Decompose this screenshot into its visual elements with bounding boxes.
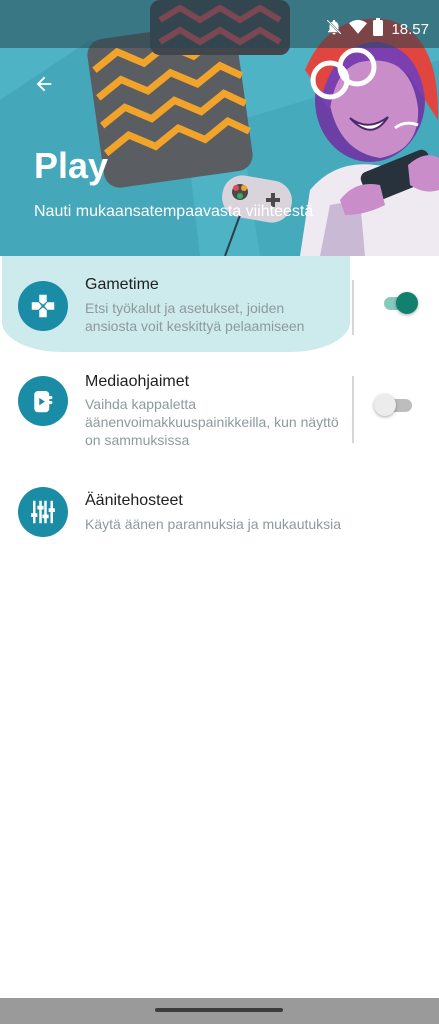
header-banner: 18.57 Play Nauti mukaansatempaavasta vii… bbox=[0, 0, 439, 256]
equalizer-icon bbox=[18, 487, 68, 537]
status-icons: 18.57 bbox=[325, 17, 429, 41]
media-controls-toggle[interactable] bbox=[374, 393, 412, 417]
page-title: Play bbox=[34, 145, 109, 186]
battery-icon bbox=[373, 17, 384, 41]
setting-description: Etsi työkalut ja asetukset, joiden ansio… bbox=[85, 300, 305, 334]
arrow-back-icon bbox=[33, 73, 55, 100]
setting-title: Mediaohjaimet bbox=[85, 373, 190, 390]
setting-row-sound-effects[interactable]: Äänitehosteet Käytä äänen parannuksia ja… bbox=[0, 462, 439, 552]
toggle-thumb bbox=[374, 394, 396, 416]
back-button[interactable] bbox=[22, 64, 66, 108]
setting-row-media-controls[interactable]: Mediaohjaimet Vaihda kappaletta äänenvoi… bbox=[0, 352, 439, 462]
settings-list: Gametime Etsi työkalut ja asetukset, joi… bbox=[0, 256, 439, 552]
setting-description: Vaihda kappaletta äänenvoimakkuuspainikk… bbox=[85, 396, 339, 448]
setting-description: Käytä äänen parannuksia ja mukautuksia bbox=[85, 516, 342, 532]
page-subtitle: Nauti mukaansatempaavasta viihteestä bbox=[34, 203, 314, 220]
setting-row-gametime[interactable]: Gametime Etsi työkalut ja asetukset, joi… bbox=[0, 256, 439, 352]
status-time: 18.57 bbox=[391, 20, 429, 38]
home-gesture-handle[interactable] bbox=[155, 1008, 283, 1012]
wifi-icon bbox=[349, 19, 368, 40]
status-bar: 18.57 bbox=[0, 0, 439, 48]
navigation-bar bbox=[0, 998, 439, 1024]
row-divider bbox=[352, 280, 354, 335]
notifications-off-icon bbox=[325, 18, 343, 41]
media-controls-icon bbox=[18, 376, 68, 426]
gametime-toggle[interactable] bbox=[382, 291, 420, 315]
setting-title: Gametime bbox=[85, 276, 159, 293]
toggle-thumb bbox=[396, 292, 418, 314]
row-divider bbox=[352, 376, 354, 443]
setting-title: Äänitehosteet bbox=[85, 492, 183, 509]
gamepad-icon bbox=[18, 281, 68, 331]
